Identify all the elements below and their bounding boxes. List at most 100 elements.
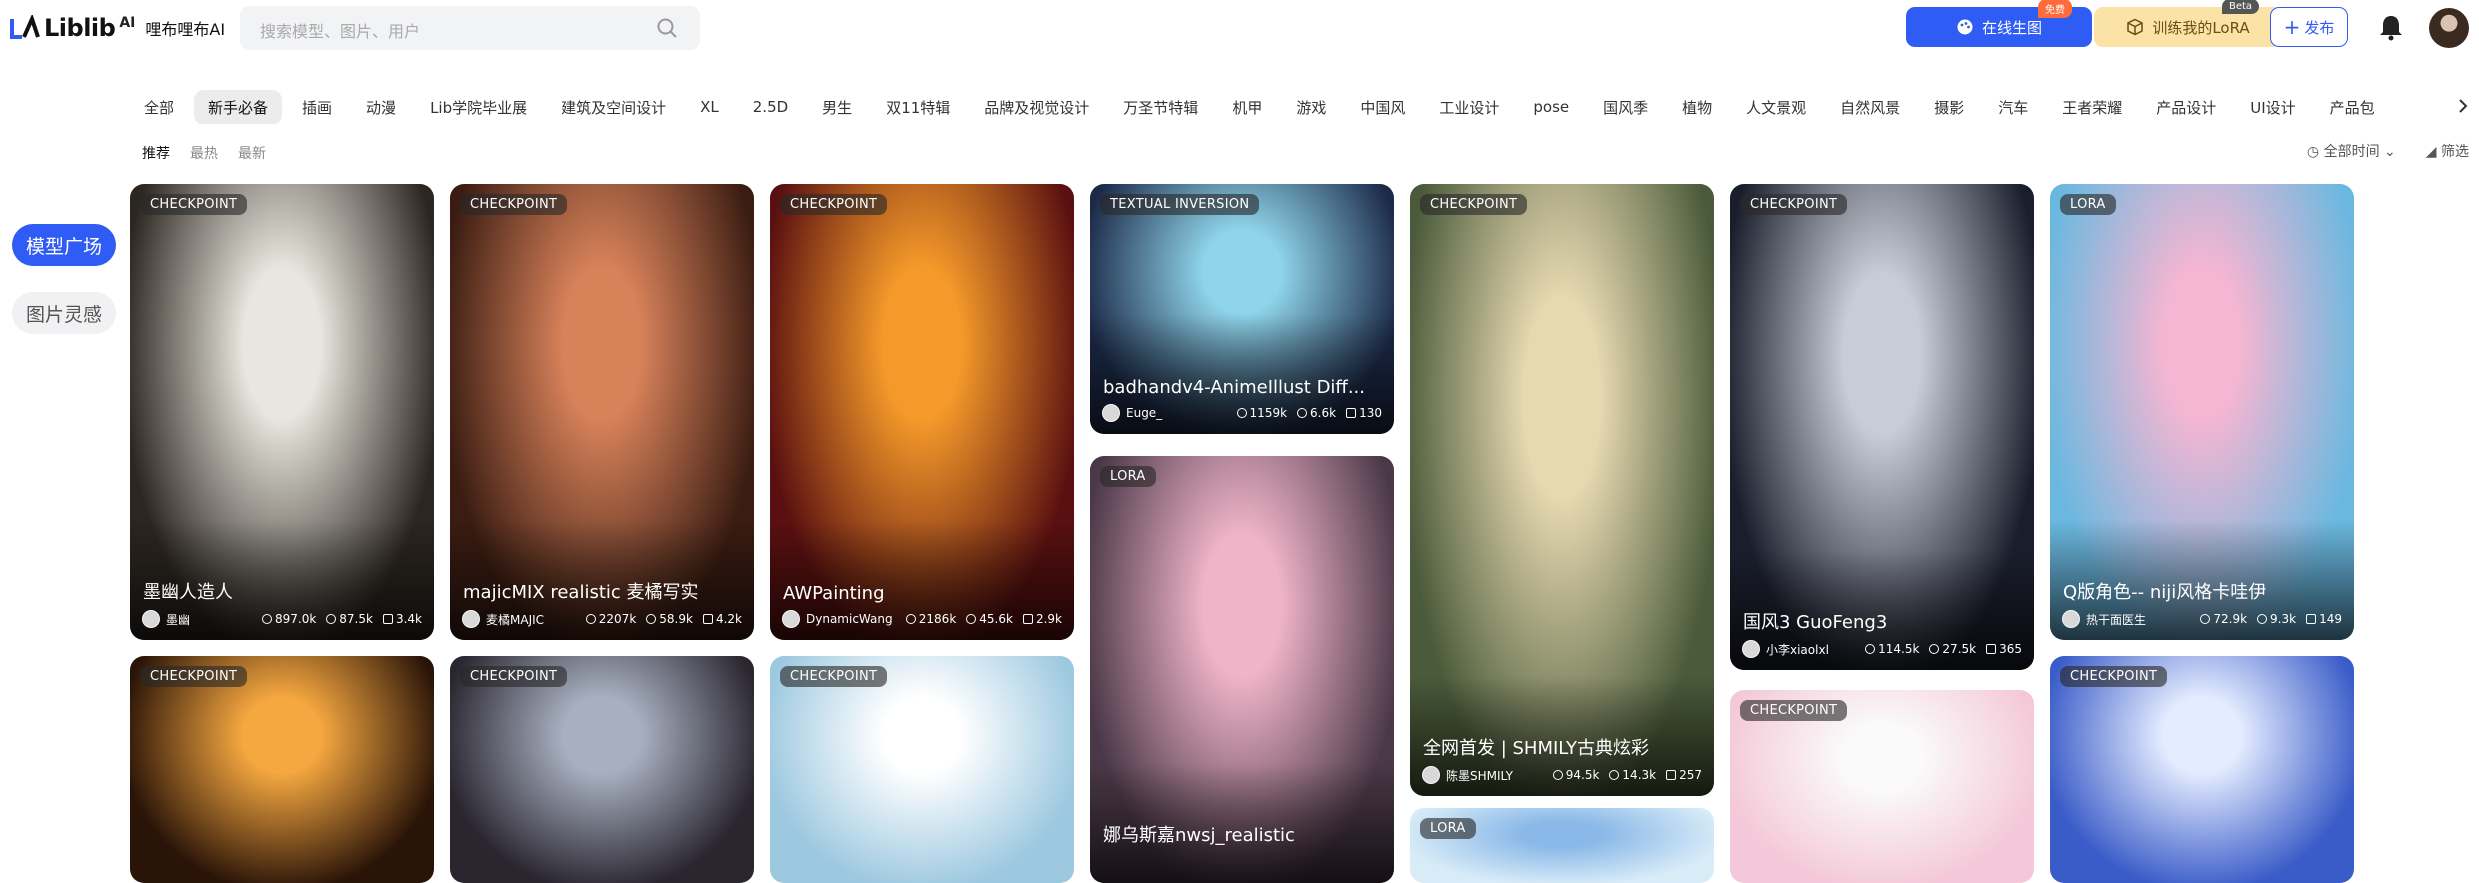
- downloads-count: 45.6k: [979, 612, 1013, 626]
- card-image: [130, 656, 434, 883]
- top-bar: Liblib AI 哩布哩布AI 搜索模型、图片、用户 在线生图 免费 训练我的…: [0, 0, 2479, 58]
- downloads-stat: 45.6k: [966, 612, 1013, 626]
- category-tab[interactable]: 工业设计: [1425, 90, 1513, 124]
- category-tab[interactable]: 动漫: [352, 90, 410, 124]
- play-icon: [1552, 770, 1563, 780]
- model-card[interactable]: CHECKPOINT AWPainting DynamicWang 2186k 45.6…: [770, 184, 1074, 640]
- image-icon: [702, 614, 713, 624]
- category-tab[interactable]: 人文景观: [1732, 90, 1820, 124]
- logo-ai: AI: [119, 15, 136, 31]
- model-card[interactable]: CHECKPOINT: [130, 656, 434, 883]
- model-type-tag: CHECKPOINT: [1740, 700, 1848, 721]
- category-tab[interactable]: 国风季: [1589, 90, 1662, 124]
- runs-count: 2207k: [598, 612, 637, 626]
- runs-count: 72.9k: [2213, 612, 2248, 626]
- logo[interactable]: Liblib AI 哩布哩布AI: [10, 12, 225, 44]
- sort-newest[interactable]: 最新: [238, 143, 266, 163]
- model-card[interactable]: LORA 娜乌斯嘉nwsj_realistic: [1090, 456, 1394, 883]
- download-icon: [966, 614, 977, 624]
- author-name[interactable]: 小李xiaolxl: [1766, 641, 1855, 658]
- category-tab[interactable]: 全部: [130, 90, 188, 124]
- funnel-icon: ◢: [2425, 144, 2437, 160]
- time-filter[interactable]: ◷ 全部时间 ⌄: [2307, 141, 2396, 161]
- logo-icon: [10, 15, 40, 39]
- chevron-right-icon[interactable]: [2455, 98, 2471, 114]
- category-tab[interactable]: 自然风景: [1826, 90, 1914, 124]
- filter-label: 筛选: [2441, 144, 2469, 160]
- images-stat: 149: [2306, 612, 2342, 626]
- author-name[interactable]: 热干面医生: [2086, 611, 2190, 628]
- model-type-tag: CHECKPOINT: [460, 666, 568, 687]
- category-tab[interactable]: XL: [686, 91, 733, 123]
- author-name[interactable]: DynamicWang: [806, 612, 896, 626]
- model-card[interactable]: LORA Q版角色-- niji风格卡哇伊 热干面医生 72.9k 9.3k 149: [2050, 184, 2354, 640]
- model-card[interactable]: CHECKPOINT 全网首发 | SHMILY古典炫彩 陈墨SHMILY 94.5k…: [1410, 184, 1714, 796]
- downloads-count: 6.6k: [1310, 406, 1337, 420]
- category-tab[interactable]: 万圣节特辑: [1109, 90, 1212, 124]
- card-title: 国风3 GuoFeng3: [1743, 612, 1888, 633]
- model-card[interactable]: TEXTUAL INVERSION badhandv4-AnimeIllust D…: [1090, 184, 1394, 434]
- images-count: 257: [1679, 768, 1702, 782]
- card-meta: DynamicWang 2186k 45.6k 2.9k: [782, 610, 1062, 628]
- download-icon: [326, 614, 337, 624]
- runs-stat: 72.9k: [2200, 612, 2247, 626]
- online-generate-label: 在线生图: [1981, 18, 2042, 37]
- author-avatar: [142, 610, 160, 628]
- images-count: 4.2k: [715, 612, 742, 626]
- sort-hottest[interactable]: 最热: [190, 143, 218, 163]
- author-name[interactable]: 麦橘MAJIC: [486, 611, 576, 628]
- model-card[interactable]: CHECKPOINT 墨幽人造人 墨幽 897.0k 87.5k 3.4k: [130, 184, 434, 640]
- sidebar: 模型广场 图片灵感: [12, 224, 116, 360]
- category-tab[interactable]: 植物: [1668, 90, 1726, 124]
- category-tabs: 全部 新手必备 插画 动漫 Lib学院毕业展 建筑及空间设计 XL 2.5D 男生 双11特辑 品牌…: [130, 90, 2470, 124]
- model-card[interactable]: CHECKPOINT: [450, 656, 754, 883]
- sidebar-item-model-plaza[interactable]: 模型广场: [12, 224, 116, 266]
- category-tab[interactable]: Lib学院毕业展: [416, 90, 541, 124]
- search-icon[interactable]: [656, 17, 678, 39]
- category-tab[interactable]: 产品设计: [2142, 90, 2230, 124]
- model-card[interactable]: CHECKPOINT: [770, 656, 1074, 883]
- sidebar-item-image-inspiration[interactable]: 图片灵感: [12, 292, 116, 334]
- images-count: 2.9k: [1035, 612, 1062, 626]
- category-tab[interactable]: 摄影: [1920, 90, 1978, 124]
- category-tab[interactable]: 建筑及空间设计: [547, 90, 680, 124]
- category-tab[interactable]: 游戏: [1282, 90, 1340, 124]
- search-placeholder: 搜索模型、图片、用户: [260, 22, 421, 41]
- card-image: [450, 656, 754, 883]
- author-name[interactable]: Euge_: [1126, 406, 1227, 420]
- category-tab[interactable]: 男生: [808, 90, 866, 124]
- filter-button[interactable]: ◢ 筛选: [2426, 141, 2469, 161]
- category-tab[interactable]: 插画: [288, 90, 346, 124]
- model-card[interactable]: LORA: [1410, 808, 1714, 883]
- category-tab[interactable]: 机甲: [1218, 90, 1276, 124]
- download-icon: [1929, 644, 1940, 654]
- category-tab[interactable]: 产品包: [2316, 90, 2389, 124]
- user-avatar[interactable]: [2429, 8, 2469, 48]
- images-stat: 2.9k: [1022, 612, 1062, 626]
- publish-button[interactable]: + 发布: [2270, 7, 2348, 47]
- category-tab[interactable]: 新手必备: [194, 90, 283, 124]
- search-input[interactable]: 搜索模型、图片、用户: [240, 6, 700, 50]
- category-tab[interactable]: UI设计: [2236, 90, 2309, 124]
- filter-bar: ◷ 全部时间 ⌄ ◢ 筛选: [2307, 141, 2469, 161]
- image-icon: [2306, 614, 2317, 624]
- sort-options: 推荐 最热 最新: [142, 143, 266, 163]
- category-tab[interactable]: 汽车: [1984, 90, 2042, 124]
- author-name[interactable]: 墨幽: [166, 611, 252, 628]
- logo-text: Liblib: [44, 14, 116, 42]
- category-tab[interactable]: 品牌及视觉设计: [970, 90, 1103, 124]
- sort-recommended[interactable]: 推荐: [142, 143, 170, 163]
- model-card[interactable]: CHECKPOINT: [1730, 690, 2034, 883]
- model-card[interactable]: CHECKPOINT majicMIX realistic 麦橘写实 麦橘MAJIC…: [450, 184, 754, 640]
- downloads-stat: 6.6k: [1297, 406, 1336, 420]
- category-tab[interactable]: 2.5D: [739, 91, 802, 123]
- bell-icon[interactable]: [2378, 13, 2404, 41]
- category-tab[interactable]: 王者荣耀: [2048, 90, 2136, 124]
- category-tab[interactable]: 双11特辑: [872, 90, 964, 124]
- train-lora-label: 训练我的LoRA: [2152, 18, 2250, 37]
- author-name[interactable]: 陈墨SHMILY: [1446, 767, 1543, 784]
- model-card[interactable]: CHECKPOINT 国风3 GuoFeng3 小李xiaolxl 114.5k 27.…: [1730, 184, 2034, 670]
- category-tab[interactable]: pose: [1519, 91, 1583, 123]
- category-tab[interactable]: 中国风: [1346, 90, 1419, 124]
- model-card[interactable]: CHECKPOINT: [2050, 656, 2354, 883]
